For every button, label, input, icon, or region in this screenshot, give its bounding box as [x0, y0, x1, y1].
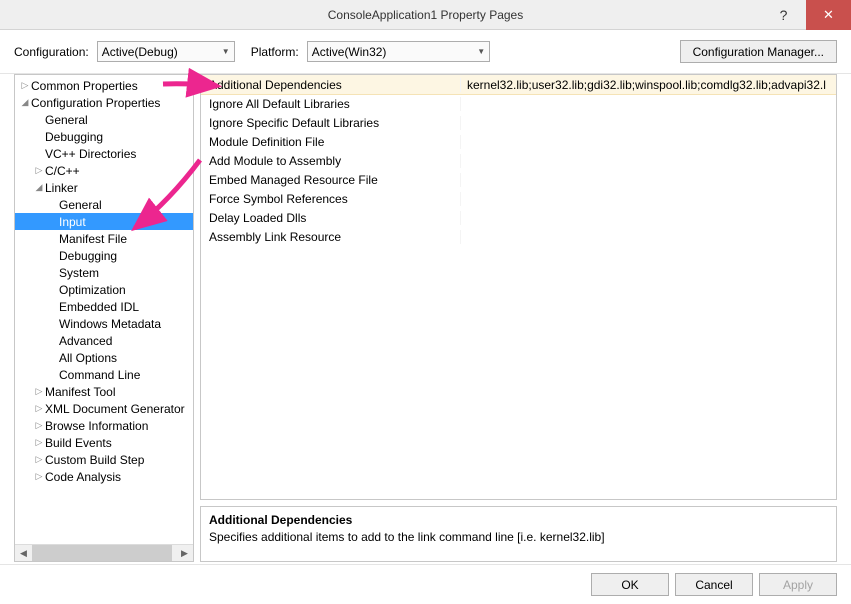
tree-item-vcpp-directories[interactable]: VC++ Directories [15, 145, 193, 162]
tree-item-configuration-properties[interactable]: ◢Configuration Properties [15, 94, 193, 111]
property-row[interactable]: Force Symbol References [201, 189, 836, 208]
property-name: Add Module to Assembly [201, 154, 461, 168]
tree-item-linker-advanced[interactable]: Advanced [15, 332, 193, 349]
platform-value: Active(Win32) [312, 45, 387, 59]
tree-item-linker-all-options[interactable]: All Options [15, 349, 193, 366]
close-button[interactable]: ✕ [806, 0, 851, 30]
tree-item-debugging[interactable]: Debugging [15, 128, 193, 145]
property-row[interactable]: Delay Loaded Dlls [201, 208, 836, 227]
scrollbar-right-icon[interactable]: ▶ [176, 545, 193, 561]
property-row[interactable]: Assembly Link Resource [201, 227, 836, 246]
platform-label: Platform: [251, 45, 299, 59]
property-row[interactable]: Ignore Specific Default Libraries [201, 113, 836, 132]
configuration-value: Active(Debug) [102, 45, 178, 59]
description-text: Specifies additional items to add to the… [209, 530, 828, 544]
tree-item-build-events[interactable]: ▷Build Events [15, 434, 193, 451]
chevron-down-icon: ▼ [477, 47, 485, 56]
tree-item-manifest-tool[interactable]: ▷Manifest Tool [15, 383, 193, 400]
tree-item-xml-document-generator[interactable]: ▷XML Document Generator [15, 400, 193, 417]
tree-item-common-properties[interactable]: ▷Common Properties [15, 77, 193, 94]
scrollbar-left-icon[interactable]: ◀ [15, 545, 32, 561]
property-row[interactable]: Additional Dependencieskernel32.lib;user… [201, 75, 836, 94]
ok-button[interactable]: OK [591, 573, 669, 596]
property-name: Assembly Link Resource [201, 230, 461, 244]
tree-item-linker-general[interactable]: General [15, 196, 193, 213]
configuration-label: Configuration: [14, 45, 89, 59]
property-value[interactable]: kernel32.lib;user32.lib;gdi32.lib;winspo… [461, 78, 836, 92]
tree-item-linker[interactable]: ◢Linker [15, 179, 193, 196]
platform-dropdown[interactable]: Active(Win32) ▼ [307, 41, 490, 62]
property-name: Additional Dependencies [201, 78, 461, 92]
tree-item-browse-information[interactable]: ▷Browse Information [15, 417, 193, 434]
property-name: Delay Loaded Dlls [201, 211, 461, 225]
tree-item-linker-debugging[interactable]: Debugging [15, 247, 193, 264]
description-title: Additional Dependencies [209, 513, 828, 527]
tree-item-linker-manifest-file[interactable]: Manifest File [15, 230, 193, 247]
chevron-down-icon: ▼ [222, 47, 230, 56]
tree-item-linker-embedded-idl[interactable]: Embedded IDL [15, 298, 193, 315]
property-name: Embed Managed Resource File [201, 173, 461, 187]
apply-button[interactable]: Apply [759, 573, 837, 596]
help-button[interactable]: ? [761, 0, 806, 30]
tree-item-linker-command-line[interactable]: Command Line [15, 366, 193, 383]
configuration-bar: Configuration: Active(Debug) ▼ Platform:… [0, 30, 851, 74]
property-tree[interactable]: ▷Common Properties ◢Configuration Proper… [15, 75, 193, 544]
tree-item-linker-windows-metadata[interactable]: Windows Metadata [15, 315, 193, 332]
description-panel: Additional Dependencies Specifies additi… [200, 506, 837, 562]
property-row[interactable]: Add Module to Assembly [201, 151, 836, 170]
tree-item-code-analysis[interactable]: ▷Code Analysis [15, 468, 193, 485]
title-bar: ConsoleApplication1 Property Pages ? ✕ [0, 0, 851, 30]
property-grid[interactable]: Additional Dependencieskernel32.lib;user… [200, 74, 837, 500]
property-name: Force Symbol References [201, 192, 461, 206]
configuration-dropdown[interactable]: Active(Debug) ▼ [97, 41, 235, 62]
property-name: Ignore Specific Default Libraries [201, 116, 461, 130]
property-name: Module Definition File [201, 135, 461, 149]
horizontal-scrollbar[interactable]: ◀ ▶ [15, 544, 193, 561]
tree-item-linker-input[interactable]: Input [15, 213, 193, 230]
tree-item-linker-system[interactable]: System [15, 264, 193, 281]
configuration-manager-button[interactable]: Configuration Manager... [680, 40, 837, 63]
property-tree-panel: ▷Common Properties ◢Configuration Proper… [14, 74, 194, 562]
scrollbar-thumb[interactable] [32, 545, 172, 561]
property-name: Ignore All Default Libraries [201, 97, 461, 111]
tree-item-custom-build-step[interactable]: ▷Custom Build Step [15, 451, 193, 468]
tree-item-linker-optimization[interactable]: Optimization [15, 281, 193, 298]
tree-item-ccpp[interactable]: ▷C/C++ [15, 162, 193, 179]
tree-item-general[interactable]: General [15, 111, 193, 128]
dialog-footer: OK Cancel Apply [0, 564, 851, 604]
window-title: ConsoleApplication1 Property Pages [328, 8, 523, 22]
property-row[interactable]: Ignore All Default Libraries [201, 94, 836, 113]
property-row[interactable]: Module Definition File [201, 132, 836, 151]
property-row[interactable]: Embed Managed Resource File [201, 170, 836, 189]
cancel-button[interactable]: Cancel [675, 573, 753, 596]
